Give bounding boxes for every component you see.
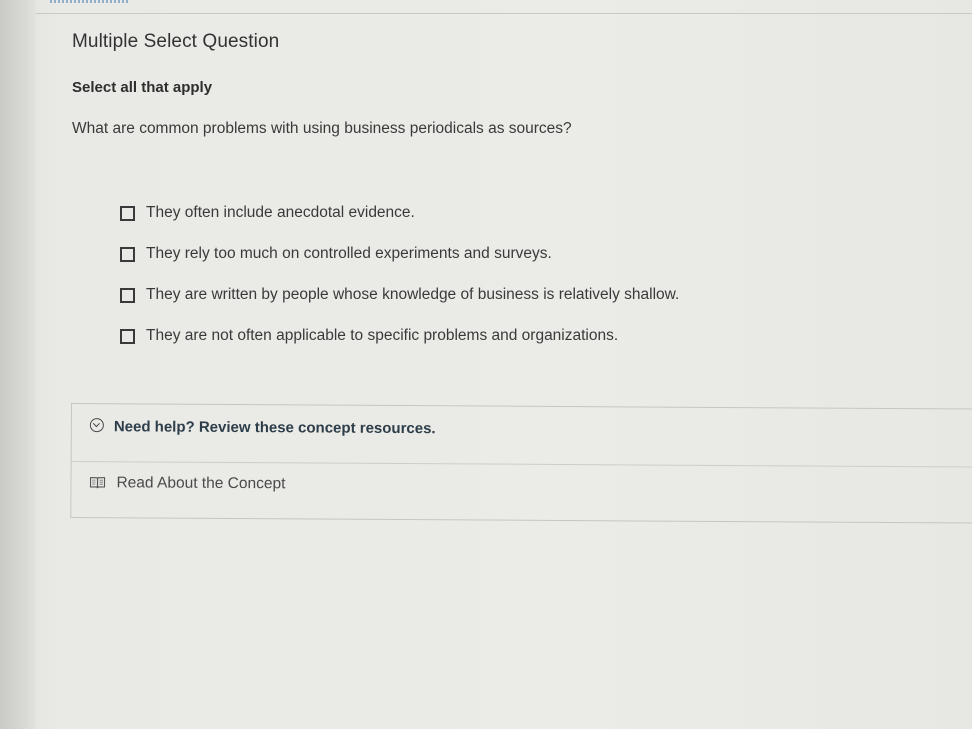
answer-option[interactable]: They are written by people whose knowled…: [120, 286, 760, 327]
question-prompt: What are common problems with using busi…: [72, 120, 572, 137]
option-label[interactable]: They are not often applicable to specifi…: [146, 327, 618, 345]
concept-resources-panel: Need help? Review these concept resource…: [70, 403, 972, 524]
top-divider: [36, 0, 972, 14]
option-label[interactable]: They are written by people whose knowled…: [146, 286, 679, 304]
option-label[interactable]: They rely too much on controlled experim…: [146, 245, 552, 263]
question-instruction: Select all that apply: [72, 79, 213, 96]
answer-options: They often include anecdotal evidence. T…: [120, 202, 760, 366]
answer-option[interactable]: They rely too much on controlled experim…: [120, 245, 760, 286]
help-header[interactable]: Need help? Review these concept resource…: [71, 404, 972, 468]
checkbox[interactable]: [120, 329, 135, 344]
help-title[interactable]: Need help? Review these concept resource…: [114, 418, 436, 437]
answer-option[interactable]: They often include anecdotal evidence.: [120, 204, 760, 245]
checkbox[interactable]: [120, 206, 135, 221]
left-margin: [0, 0, 36, 729]
answer-option[interactable]: They are not often applicable to specifi…: [120, 327, 760, 368]
checkbox[interactable]: [120, 288, 135, 303]
option-label[interactable]: They often include anecdotal evidence.: [146, 204, 415, 222]
progress-dots: [50, 0, 130, 3]
read-about-concept-link[interactable]: Read About the Concept: [116, 474, 285, 493]
book-icon: [89, 477, 106, 489]
chevron-circle-down-icon[interactable]: [89, 418, 104, 433]
resource-row[interactable]: Read About the Concept: [71, 462, 972, 523]
checkbox[interactable]: [120, 247, 135, 262]
question-type-heading: Multiple Select Question: [72, 31, 280, 52]
